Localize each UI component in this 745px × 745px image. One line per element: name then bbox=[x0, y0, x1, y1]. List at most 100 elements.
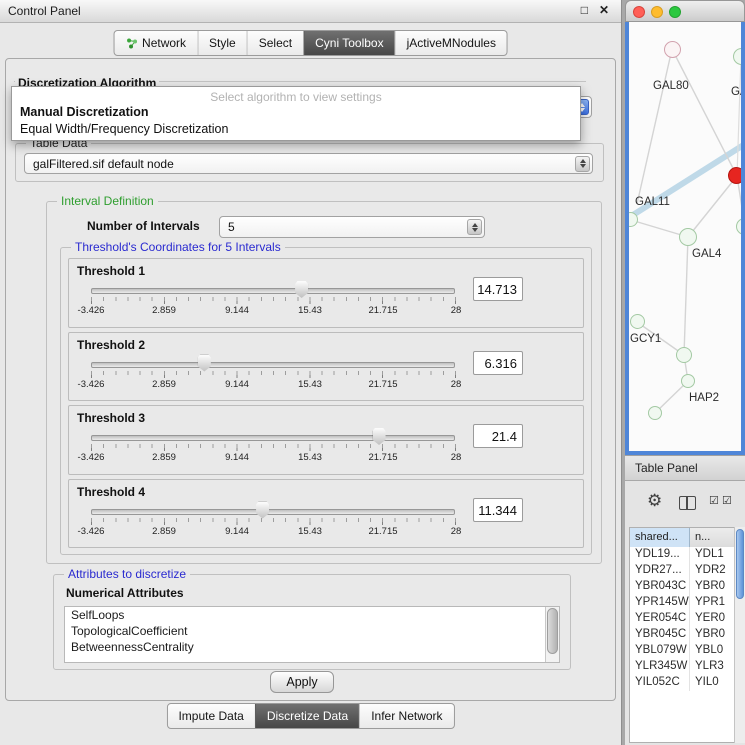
slider-thumb-icon[interactable] bbox=[256, 502, 269, 519]
network-window-titlebar[interactable] bbox=[625, 0, 745, 22]
slider-thumb-icon[interactable] bbox=[295, 281, 308, 298]
dropdown-option-equal-width-frequency[interactable]: Equal Width/Frequency Discretization bbox=[12, 121, 580, 138]
slider-thumb-icon[interactable] bbox=[198, 355, 211, 372]
threshold-value-field[interactable]: 14.713 bbox=[473, 277, 523, 301]
network-node-label: GAL11 bbox=[635, 196, 670, 208]
table-row[interactable]: YDR27...YDR2 bbox=[630, 563, 734, 579]
table-row[interactable]: YPR145WYPR1 bbox=[630, 595, 734, 611]
close-icon[interactable]: ✕ bbox=[599, 3, 609, 17]
columns-icon[interactable] bbox=[679, 496, 696, 510]
combo-stepper-icon[interactable] bbox=[575, 156, 590, 172]
tab-network[interactable]: Network bbox=[114, 31, 197, 55]
threshold-slider[interactable]: -3.4262.8599.14415.4321.71528 bbox=[91, 285, 455, 319]
network-node-label: GA bbox=[731, 86, 741, 98]
tab-jactivemnodules[interactable]: jActiveMNodules bbox=[395, 31, 507, 55]
slider-minor-ticks bbox=[91, 297, 456, 301]
tab-cyni-toolbox[interactable]: Cyni Toolbox bbox=[303, 31, 394, 55]
tab-label: Infer Network bbox=[371, 709, 442, 723]
cyni-toolbox-panel: Discretization Algorithm Select algorith… bbox=[5, 58, 616, 701]
table-cell: YLR3 bbox=[690, 659, 734, 675]
threshold-slider[interactable]: -3.4262.8599.14415.4321.71528 bbox=[91, 506, 455, 540]
network-node-label: HAP2 bbox=[689, 392, 719, 404]
network-view-window: GAL80 GA GAL11 GAL4 GCY1 HAP2 bbox=[625, 0, 745, 455]
scrollbar-thumb[interactable] bbox=[736, 529, 744, 599]
table-scrollbar[interactable] bbox=[734, 527, 745, 743]
table-data-group: Table Data galFiltered.sif default node bbox=[15, 143, 604, 182]
slider-tick-label: -3.426 bbox=[78, 379, 105, 390]
column-header-name[interactable]: n... bbox=[690, 528, 734, 547]
table-row[interactable]: YLR345WYLR3 bbox=[630, 659, 734, 675]
table-row[interactable]: YIL052CYIL0 bbox=[630, 675, 734, 691]
network-node-selected[interactable] bbox=[728, 167, 741, 184]
table-row[interactable]: YDL19...YDL1 bbox=[630, 547, 734, 563]
zoom-traffic-light-icon[interactable] bbox=[669, 6, 681, 18]
tab-impute-data[interactable]: Impute Data bbox=[167, 704, 254, 728]
bottom-tab-bar: Impute DataDiscretize Data Infer Network bbox=[166, 703, 454, 729]
tab-select[interactable]: Select bbox=[247, 31, 303, 55]
number-of-intervals-combobox[interactable]: 5 bbox=[219, 216, 485, 238]
numerical-attributes-label: Numerical Attributes bbox=[66, 586, 184, 600]
slider-track bbox=[91, 435, 455, 441]
threshold-slider[interactable]: -3.4262.8599.14415.4321.71528 bbox=[91, 432, 455, 466]
network-canvas[interactable]: GAL80 GA GAL11 GAL4 GCY1 HAP2 bbox=[629, 22, 741, 451]
scrollbar-thumb[interactable] bbox=[547, 608, 558, 654]
table-row[interactable]: YBR043CYBR0 bbox=[630, 579, 734, 595]
attributes-list[interactable]: SelfLoopsTopologicalCoefficientBetweenne… bbox=[64, 606, 560, 663]
slider-thumb-icon[interactable] bbox=[373, 428, 386, 445]
network-node[interactable] bbox=[681, 374, 695, 388]
threshold-title: Threshold 4 bbox=[77, 485, 145, 499]
dropdown-option-manual-discretization[interactable]: Manual Discretization bbox=[12, 104, 580, 121]
combo-stepper-icon[interactable] bbox=[467, 219, 482, 235]
column-header-shared-name[interactable]: shared... bbox=[630, 528, 690, 547]
attribute-list-item[interactable]: BetweennessCentrality bbox=[65, 639, 559, 655]
attribute-list-item[interactable]: TopologicalCoefficient bbox=[65, 623, 559, 639]
threshold-title: Threshold 2 bbox=[77, 338, 145, 352]
float-window-icon[interactable]: □ bbox=[581, 3, 588, 17]
app-root: Control Panel □ ✕ NetworkStyleSelectCyni… bbox=[0, 0, 745, 745]
tab-label: Style bbox=[209, 36, 236, 50]
threshold-value-field[interactable]: 6.316 bbox=[473, 351, 523, 375]
table-row[interactable]: YER054CYER0 bbox=[630, 611, 734, 627]
network-node[interactable] bbox=[664, 41, 681, 58]
tab-label: Network bbox=[142, 36, 186, 50]
table-cell: YDL19... bbox=[630, 547, 690, 563]
select-checkbox-icon[interactable]: ☑ bbox=[709, 494, 719, 507]
slider-tick-label: -3.426 bbox=[78, 452, 105, 463]
gear-icon[interactable]: ⚙ bbox=[647, 491, 662, 511]
tab-style[interactable]: Style bbox=[197, 31, 247, 55]
select-all-checkbox-icon[interactable]: ☑ bbox=[722, 494, 732, 507]
number-of-intervals-value: 5 bbox=[228, 220, 235, 234]
slider-tick-label: 21.715 bbox=[368, 379, 397, 390]
apply-button[interactable]: Apply bbox=[270, 671, 334, 693]
table-cell: YPR1 bbox=[690, 595, 734, 611]
close-traffic-light-icon[interactable] bbox=[633, 6, 645, 18]
network-node[interactable] bbox=[648, 406, 662, 420]
node-table[interactable]: shared... n... YDL19...YDL1YDR27...YDR2Y… bbox=[629, 527, 735, 743]
tab-infer-network[interactable]: Infer Network bbox=[359, 704, 453, 728]
slider-tick-label: 9.144 bbox=[225, 379, 249, 390]
attributes-group: Attributes to discretize Numerical Attri… bbox=[53, 574, 571, 670]
threshold-panel: Threshold 1-3.4262.8599.14415.4321.71528… bbox=[68, 258, 584, 328]
threshold-value-field[interactable]: 21.4 bbox=[473, 424, 523, 448]
thresholds-group: Threshold's Coordinates for 5 Intervals … bbox=[60, 247, 592, 555]
slider-tick-label: -3.426 bbox=[78, 305, 105, 316]
algorithm-dropdown-popup: Select algorithm to view settings Manual… bbox=[11, 86, 581, 141]
attributes-scrollbar[interactable] bbox=[545, 607, 559, 662]
threshold-value-field[interactable]: 11.344 bbox=[473, 498, 523, 522]
table-data-selected-value: galFiltered.sif default node bbox=[33, 157, 174, 171]
network-node[interactable] bbox=[676, 347, 692, 363]
network-node-label: GCY1 bbox=[630, 333, 661, 345]
minimize-traffic-light-icon[interactable] bbox=[651, 6, 663, 18]
slider-tick-label: 15.43 bbox=[298, 305, 322, 316]
attribute-list-item[interactable]: SelfLoops bbox=[65, 607, 559, 623]
network-node-label: GAL4 bbox=[692, 248, 721, 260]
network-node[interactable] bbox=[679, 228, 697, 246]
table-row[interactable]: YBR045CYBR0 bbox=[630, 627, 734, 643]
network-node[interactable] bbox=[630, 314, 645, 329]
table-row[interactable]: YBL079WYBL0 bbox=[630, 643, 734, 659]
threshold-slider[interactable]: -3.4262.8599.14415.4321.71528 bbox=[91, 359, 455, 393]
tab-discretize-data[interactable]: Discretize Data bbox=[255, 704, 359, 728]
table-rows: YDL19...YDL1YDR27...YDR2YBR043CYBR0YPR14… bbox=[630, 547, 734, 691]
slider-tick-label: 28 bbox=[451, 305, 462, 316]
table-data-combobox[interactable]: galFiltered.sif default node bbox=[24, 153, 593, 174]
